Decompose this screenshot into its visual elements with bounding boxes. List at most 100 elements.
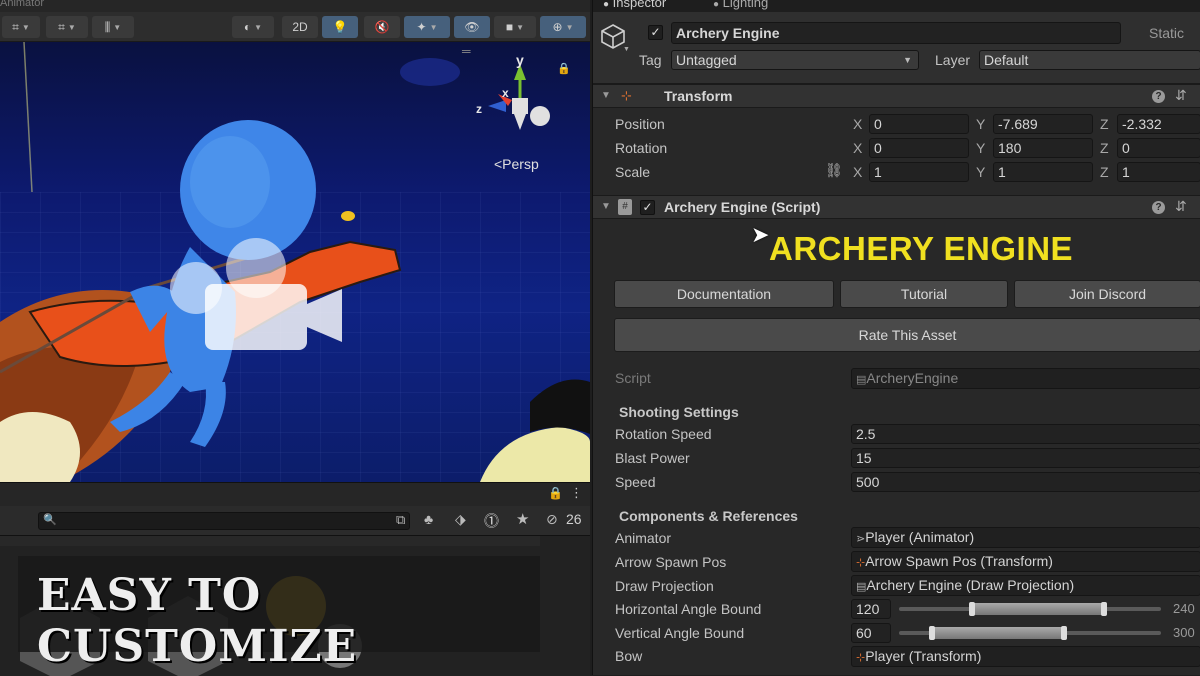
position-z-field[interactable]: -2.332 [1117, 114, 1200, 134]
rotation-z-axis: Z [1100, 140, 1109, 156]
blast-power-field[interactable]: 15 [851, 448, 1200, 468]
effects-icon: ✦ [416, 20, 427, 34]
active-checkbox[interactable]: ✓ [648, 25, 663, 40]
chevron-down-icon[interactable]: ▼ [623, 46, 630, 53]
transform-title: Transform [664, 88, 733, 104]
static-label[interactable]: Static [1149, 25, 1184, 41]
save-search-icon[interactable]: ⧉ [396, 512, 405, 528]
documentation-button[interactable]: Documentation [614, 280, 834, 308]
join-discord-button[interactable]: Join Discord [1014, 280, 1200, 308]
rotation-speed-field[interactable]: 2.5 [851, 424, 1200, 444]
label-icon[interactable]: ⬗ [455, 511, 466, 528]
scale-y-field[interactable]: 1 [993, 162, 1093, 182]
rotation-z-field[interactable]: 0 [1117, 138, 1200, 158]
mouse-cursor-icon: ➤ [751, 222, 770, 247]
script-enabled-checkbox[interactable]: ✓ [640, 200, 655, 215]
visibility-toggle-button[interactable]: 👁 [454, 16, 490, 38]
scene-toolbar: ⌗ ▼ ⌗ ▼ ⫼ ▼ ◐ ▼ 2D 💡 🔇 ✦ ▼ 👁 ■ ▼ ⊕ ▼ [0, 12, 590, 42]
shading-icon: ◐ [243, 20, 252, 34]
effects-toggle-button[interactable]: ✦ ▼ [404, 16, 450, 38]
rate-asset-button[interactable]: Rate This Asset [614, 318, 1200, 352]
grid-toggle-button[interactable]: ⌗ ▼ [2, 16, 40, 38]
snap-toggle-button[interactable]: ⌗ ▼ [46, 16, 88, 38]
speed-field[interactable]: 500 [851, 472, 1200, 492]
draw-projection-field[interactable]: ▤Archery Engine (Draw Projection) [851, 575, 1200, 596]
v-angle-max-handle[interactable] [1061, 626, 1067, 640]
link-icon[interactable]: ⛓ [825, 162, 843, 179]
v-angle-min-handle[interactable] [929, 626, 935, 640]
warning-icon[interactable]: ⓵ [484, 510, 499, 531]
help-icon[interactable]: ? [1152, 90, 1165, 103]
gizmos-button[interactable]: ⊕ ▼ [540, 16, 586, 38]
hidden-icon[interactable]: ⊘ [546, 511, 558, 528]
v-angle-min-field[interactable]: 60 [851, 623, 891, 643]
persp-label[interactable]: <Persp [494, 156, 539, 172]
scale-x-axis: X [853, 164, 863, 180]
menu-icon[interactable]: ⋮ [570, 485, 583, 501]
arrow-spawn-label: Arrow Spawn Pos [615, 554, 727, 570]
h-angle-slider-range[interactable] [971, 603, 1105, 615]
lock-icon[interactable]: 🔒 [548, 486, 563, 500]
h-angle-min-handle[interactable] [969, 602, 975, 616]
script-icon: # [618, 199, 632, 215]
shading-mode-button[interactable]: ◐ ▼ [232, 16, 274, 38]
chevron-down-icon: ▼ [601, 201, 611, 212]
arrow-spawn-field[interactable]: ⊹Arrow Spawn Pos (Transform) [851, 551, 1200, 572]
lighting-toggle-button[interactable]: 💡 [322, 16, 358, 38]
v-angle-max-value[interactable]: 300 [1173, 625, 1195, 640]
position-x-axis: X [853, 116, 863, 132]
script-component-header[interactable]: ▼ # ✓ Archery Engine (Script) ? ⇵ [593, 195, 1200, 219]
blast-power-label: Blast Power [615, 450, 690, 466]
bow-field[interactable]: ⊹Player (Transform) [851, 646, 1200, 667]
layer-dropdown[interactable]: Default [979, 50, 1200, 70]
help-icon[interactable]: ? [1152, 201, 1165, 214]
camera-settings-button[interactable]: ■ ▼ [494, 16, 536, 38]
h-angle-min-field[interactable]: 120 [851, 599, 891, 619]
scale-x-field[interactable]: 1 [869, 162, 969, 182]
scene-tab[interactable]: Animator [0, 0, 590, 12]
tab-inspector[interactable]: ● Inspector [603, 0, 666, 10]
animator-field[interactable]: ⋗Player (Animator) [851, 527, 1200, 548]
transform-header[interactable]: ▼ ⊹ Transform ? ⇵ [593, 84, 1200, 108]
audio-icon: 🔇 [374, 20, 390, 34]
toggle-2d-button[interactable]: 2D [282, 16, 318, 38]
filter-type-icon[interactable]: ♣ [424, 511, 433, 527]
layer-label: Layer [935, 52, 971, 68]
inspector-panel: ● Inspector ● Lighting ▼ ✓ Archery Engin… [592, 0, 1200, 675]
h-angle-label: Horizontal Angle Bound [615, 601, 762, 617]
tutorial-button[interactable]: Tutorial [840, 280, 1008, 308]
position-z-axis: Z [1100, 116, 1109, 132]
info-icon: ● [603, 0, 610, 10]
script-small-icon: ▤ [856, 374, 867, 386]
settings-icon[interactable]: ⇵ [1175, 198, 1187, 215]
scene-view[interactable]: Animator ⌗ ▼ ⌗ ▼ ⫼ ▼ ◐ ▼ 2D 💡 🔇 ✦ ▼ 👁 ■ ▼ [0, 0, 590, 676]
object-name-field[interactable]: Archery Engine [671, 22, 1121, 44]
scale-label: Scale [615, 164, 651, 180]
script-reference-value: ArcheryEngine [866, 370, 959, 386]
h-angle-max-handle[interactable] [1101, 602, 1107, 616]
tag-dropdown[interactable]: Untagged ▼ [671, 50, 919, 70]
v-angle-slider-range[interactable] [931, 627, 1065, 639]
scene-viewport[interactable]: y x z 🔒 <Persp ═ [0, 42, 590, 482]
position-x-field[interactable]: 0 [869, 114, 969, 134]
settings-icon[interactable]: ⇵ [1175, 87, 1187, 104]
scale-y-axis: Y [976, 164, 986, 180]
increment-snap-button[interactable]: ⫼ ▼ [92, 16, 134, 38]
audio-toggle-button[interactable]: 🔇 [364, 16, 400, 38]
light-icon: 💡 [332, 20, 348, 34]
chevron-down-icon: ▼ [67, 22, 76, 32]
grid-icon: ⌗ [12, 19, 19, 34]
rotation-y-field[interactable]: 180 [993, 138, 1093, 158]
transform-small-icon: ⊹ [856, 652, 866, 664]
lock-icon[interactable]: 🔒 [557, 62, 571, 75]
rotation-x-field[interactable]: 0 [869, 138, 969, 158]
h-angle-max-value[interactable]: 240 [1173, 601, 1195, 616]
scale-z-field[interactable]: 1 [1117, 162, 1200, 182]
promo-banner-text: EASY TO CUSTOMIZE [37, 570, 358, 672]
tab-lighting[interactable]: ● Lighting [713, 0, 768, 10]
components-references-header: Components & References [619, 508, 798, 524]
scale-z-axis: Z [1100, 164, 1109, 180]
position-y-field[interactable]: -7.689 [993, 114, 1093, 134]
search-input[interactable]: 🔍 [38, 512, 410, 530]
favorite-icon[interactable]: ★ [516, 510, 529, 528]
